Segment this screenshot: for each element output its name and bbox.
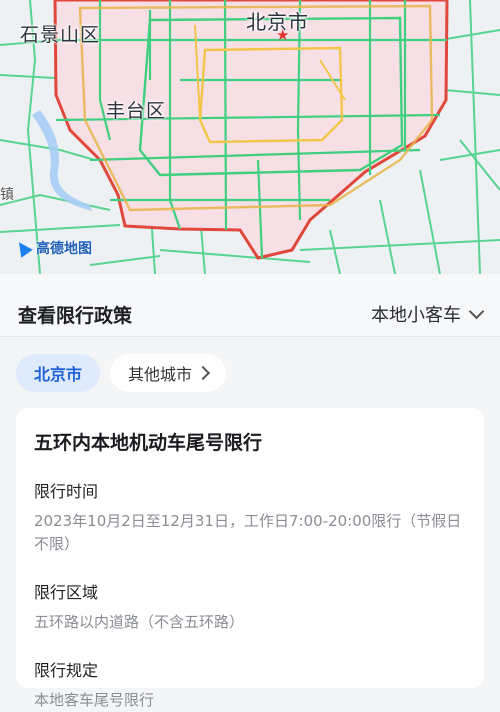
tab-other-cities-label: 其他城市	[128, 365, 193, 384]
capital-star-icon: ★	[276, 26, 290, 44]
policy-card: 五环内本地机动车尾号限行 限行时间 2023年10月2日至12月31日，工作日7…	[16, 408, 484, 709]
chevron-right-icon	[195, 365, 211, 381]
gaode-arrow-icon	[13, 238, 33, 258]
restriction-rule-value: 本地客车尾号限行	[34, 691, 155, 709]
chevron-down-icon	[468, 303, 485, 319]
tab-beijing[interactable]: 北京市	[16, 354, 101, 392]
restriction-time-value: 2023年10月2日至12月31日，工作日7:00-20:00限行（节假日不限）	[34, 512, 462, 553]
city-tabs: 北京市 其他城市	[16, 354, 227, 392]
map-view[interactable]: 石景山区 北京市 ★ 丰台区 镇 高德地图	[0, 0, 500, 274]
restriction-rule-label: 限行规定	[34, 661, 99, 680]
map-label-fengtai: 丰台区	[106, 100, 167, 122]
vehicle-type-dropdown[interactable]: 本地小客车	[371, 301, 485, 327]
restriction-time-label: 限行时间	[34, 482, 99, 501]
sheet-header: 查看限行政策 本地小客车	[0, 274, 500, 337]
restriction-area-value: 五环路以内道路（不含五环路）	[34, 613, 245, 631]
sheet-title: 查看限行政策	[18, 305, 133, 327]
gaode-logo-text: 高德地图	[36, 241, 92, 257]
vehicle-type-value: 本地小客车	[371, 305, 461, 326]
tab-beijing-label: 北京市	[34, 365, 83, 384]
restriction-area-label: 限行区域	[34, 583, 99, 602]
map-label-edge: 镇	[0, 187, 15, 203]
tab-other-cities[interactable]: 其他城市	[110, 354, 227, 392]
policy-sheet: 查看限行政策 本地小客车 北京市 其他城市 五环内本地机动车尾号限行 限行时间 …	[0, 274, 500, 709]
policy-title: 五环内本地机动车尾号限行	[34, 432, 263, 454]
map-label-shijingshan: 石景山区	[20, 24, 101, 46]
gaode-logo: 高德地图	[13, 238, 92, 258]
